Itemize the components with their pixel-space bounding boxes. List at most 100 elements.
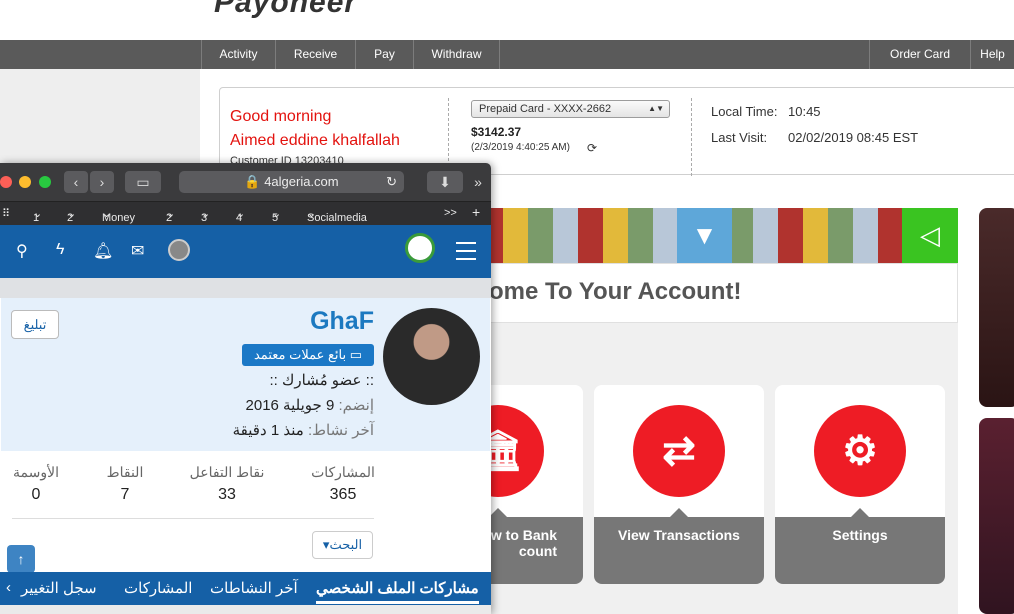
content-strip	[0, 605, 491, 614]
nav-activity[interactable]: Activity	[201, 40, 275, 69]
new-tab-icon[interactable]: +	[472, 204, 480, 220]
stat-label: نقاط التفاعل	[189, 464, 265, 480]
nav-help[interactable]: Help	[970, 40, 1014, 69]
nav-pay[interactable]: Pay	[355, 40, 413, 69]
profile-avatar	[383, 308, 480, 405]
stat-medals[interactable]: الأوسمة 0	[6, 464, 66, 504]
stat-value: 33	[218, 486, 236, 503]
last-activity-info: آخر نشاط: منذ 1 دقيقة	[233, 421, 374, 439]
badge-text: بائع عملات معتمد	[253, 347, 347, 362]
sidebar-toggle-icon[interactable]: ▭	[125, 171, 161, 193]
stat-value: 0	[31, 486, 41, 503]
last-visit-label: Last Visit:	[711, 130, 768, 145]
zoom-window-button[interactable]	[39, 176, 51, 188]
stat-value: 7	[120, 486, 130, 503]
stat-label: النقاط	[106, 464, 144, 480]
member-rank: :: عضو مُشارك ::	[269, 372, 375, 389]
settings-label: Settings	[775, 508, 945, 584]
stat-points[interactable]: النقاط 7	[100, 464, 150, 504]
card-select-value: Prepaid Card - XXXX-2662	[479, 103, 612, 115]
nav-order-card[interactable]: Order Card	[869, 40, 970, 69]
bookmark-folder[interactable]: Money ⌄	[102, 207, 135, 224]
side-promo-card[interactable]	[979, 418, 1014, 614]
address-bar[interactable]: 🔒 4algeria.com ↻	[179, 171, 404, 193]
header-separator	[0, 278, 491, 298]
select-arrows-icon: ▲▼	[648, 104, 664, 113]
stats-divider	[12, 518, 374, 519]
profile-username: GhaF	[310, 307, 374, 335]
stat-label: المشاركات	[311, 464, 375, 480]
menu-icon[interactable]	[456, 242, 476, 260]
tab-posts[interactable]: المشاركات	[124, 579, 192, 597]
forum-logo[interactable]	[345, 233, 440, 269]
bookmark-folder[interactable]: 2 ⌄	[166, 207, 175, 224]
welcome-heading: ome To Your Account!	[478, 263, 958, 323]
bookmarks-bar: ⠿ 1 ⌄ 2 ⌄ Money ⌄ 2 ⌄ 3 ⌄ 4 ⌄ 5 ⌄ Social…	[0, 201, 491, 225]
scroll-to-top-button[interactable]: ↑	[7, 545, 35, 573]
nav-withdraw[interactable]: Withdraw	[413, 40, 499, 69]
download-icon[interactable]: ⬇	[427, 171, 463, 193]
search-dropdown-button[interactable]: ▾البحث	[312, 531, 373, 559]
search-button-label: البحث	[329, 537, 363, 552]
refresh-icon[interactable]: ⟳	[587, 141, 597, 155]
report-button[interactable]: تبليغ	[11, 310, 59, 339]
reload-icon[interactable]: ↻	[386, 171, 397, 193]
joined-info: إنضم: 9 جويلية 2016	[246, 396, 374, 414]
summary-divider	[691, 98, 692, 176]
lightning-icon[interactable]: ϟ	[56, 241, 64, 259]
view-transactions-tile[interactable]: ⇄ View Transactions	[594, 385, 764, 584]
browser-title-bar: ‹ › ▭ 🔒 4algeria.com ↻ ⬇ »	[0, 163, 491, 201]
banner-down-arrow-icon[interactable]: ▼	[677, 208, 732, 263]
tabs-scroll-left-icon[interactable]: ‹	[6, 579, 11, 596]
stat-reactions[interactable]: نقاط التفاعل 33	[183, 464, 271, 504]
bookmark-folder[interactable]: 3 ⌄	[201, 207, 210, 224]
joined-label: إنضم:	[338, 397, 374, 414]
side-promo-card[interactable]	[979, 208, 1014, 407]
stat-label: الأوسمة	[13, 464, 59, 480]
bookmark-folder[interactable]: Socialmedia ⌄	[307, 207, 367, 224]
local-time-label: Local Time:	[711, 104, 778, 119]
local-time-value: 10:45	[788, 104, 821, 119]
apps-grid-icon[interactable]: ⠿	[2, 207, 10, 220]
joined-value: 9 جويلية 2016	[245, 397, 335, 414]
view-transactions-label: View Transactions	[594, 508, 764, 584]
bookmark-folder[interactable]: 1 ⌄	[33, 207, 42, 224]
last-activity-value: منذ 1 دقيقة	[232, 422, 304, 439]
bookmark-folder[interactable]: 4 ⌄	[236, 207, 245, 224]
tab-change-log[interactable]: سجل التغيير	[21, 579, 97, 597]
verified-seller-badge: بائع عملات معتمد ▭	[242, 344, 374, 366]
mail-icon[interactable]: ✉	[131, 241, 144, 261]
nav-receive[interactable]: Receive	[275, 40, 355, 69]
last-visit-value: 02/02/2019 08:45 EST	[788, 130, 919, 145]
back-icon[interactable]: ‹	[64, 171, 88, 193]
greeting-block: Good morning Aimed eddine khalfallah	[230, 105, 400, 153]
promo-banner: ▼ ◁	[478, 208, 958, 263]
card-select[interactable]: Prepaid Card - XXXX-2662 ▲▼	[471, 100, 670, 118]
greeting-text: Good morning	[230, 108, 332, 125]
bookmark-folder[interactable]: 5 ⌄	[272, 207, 281, 224]
bell-icon[interactable]: 🔔︎	[93, 241, 113, 261]
profile-tabs: ‹ سجل التغيير المشاركات آخر النشاطات مشا…	[0, 572, 491, 605]
transfer-arrows-icon: ⇄	[633, 405, 725, 497]
forward-icon[interactable]: ›	[90, 171, 114, 193]
tab-latest-activity[interactable]: آخر النشاطات	[210, 579, 298, 597]
bookmarks-more[interactable]: >>	[444, 207, 457, 219]
close-window-button[interactable]	[0, 176, 12, 188]
forum-header: ⚲ ϟ 🔔︎ ✉	[0, 225, 491, 278]
bookmark-folder[interactable]: 2 ⌄	[67, 207, 76, 224]
stat-posts[interactable]: المشاركات 365	[304, 464, 382, 504]
search-icon[interactable]: ⚲	[16, 241, 28, 261]
card-icon: ▭	[349, 347, 363, 362]
banner-play-icon[interactable]: ◁	[902, 208, 958, 263]
card-balance: $3142.37	[471, 125, 522, 139]
browser-window: ‹ › ▭ 🔒 4algeria.com ↻ ⬇ » ⠿ 1 ⌄ 2 ⌄ Mon…	[0, 163, 491, 614]
lock-icon: 🔒	[244, 174, 261, 189]
settings-tile[interactable]: ⚙ Settings	[775, 385, 945, 584]
user-avatar[interactable]	[168, 239, 190, 261]
payoneer-logo[interactable]: Payoneer	[214, 0, 357, 20]
minimize-window-button[interactable]	[19, 176, 31, 188]
account-holder-name: Aimed eddine khalfallah	[230, 132, 400, 149]
tab-profile-posts[interactable]: مشاركات الملف الشخصي	[316, 579, 479, 604]
nav-separator	[499, 40, 500, 69]
overflow-chevron-icon[interactable]: »	[469, 171, 487, 193]
